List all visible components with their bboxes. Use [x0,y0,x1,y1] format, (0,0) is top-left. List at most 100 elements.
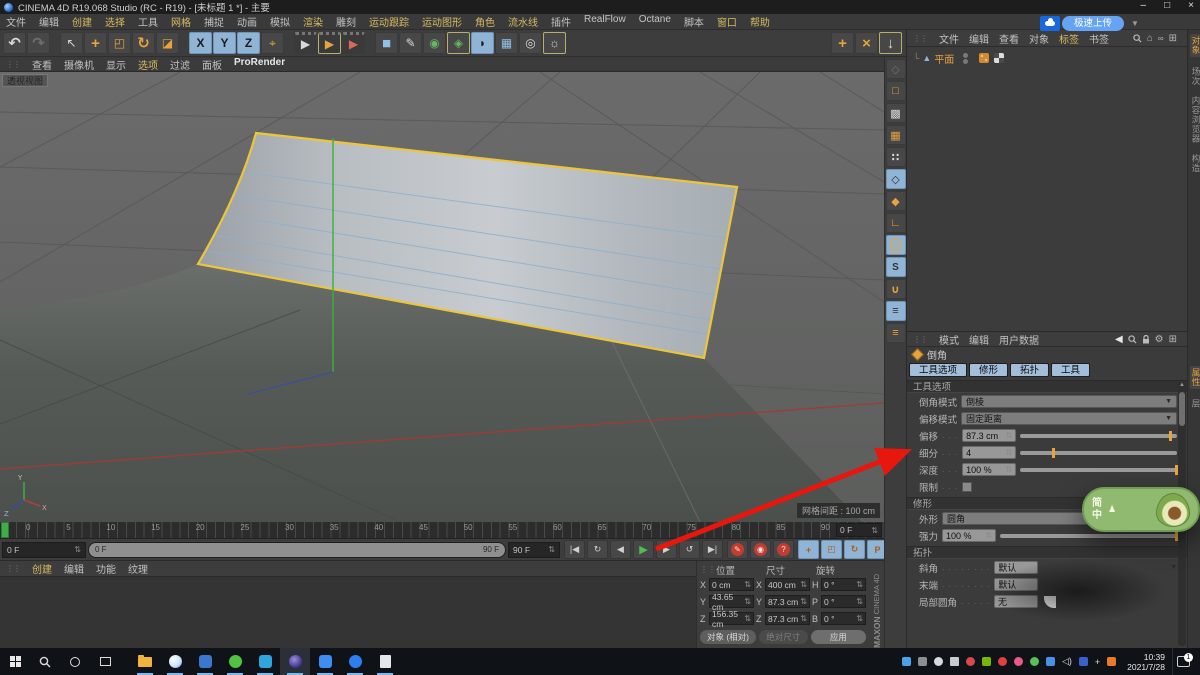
panel-icon[interactable]: ⊞ [1169,334,1177,345]
coordinate-mode-dropdown[interactable]: 对象 (相对) ▾ [700,630,756,644]
generators-menu[interactable]: ◉ [423,32,446,54]
ime-chinese-label[interactable]: 中 [1092,510,1102,522]
ime-status-bar[interactable]: 简 中 ♟ [1082,487,1200,532]
panel-tab[interactable]: 对象 [1190,34,1200,57]
rotation-b-field[interactable]: 0 °⇅ [821,612,866,625]
link-icon[interactable]: ∞ [1158,34,1164,43]
position-x-field[interactable]: 0 cm⇅ [709,578,754,591]
miter-dropdown[interactable]: 默认 [994,561,1038,574]
material-menu-item[interactable]: 创建 [32,561,52,576]
menu-item[interactable]: 网格 [171,14,191,29]
task-view-button[interactable] [90,648,120,675]
size-x-field[interactable]: 400 cm⇅ [765,578,810,591]
workplane-button[interactable]: ≡ [886,323,906,343]
menu-item[interactable]: 脚本 [684,14,704,29]
record-active-objects-button[interactable]: ✎ [727,540,748,559]
history-back-icon[interactable]: ◀ [1115,334,1123,345]
docs-app-button[interactable] [190,648,220,675]
current-frame-field[interactable]: 0 F⇅ [2,542,86,558]
close-button[interactable]: × [1188,0,1194,11]
x-particles-button[interactable]: × [855,32,878,54]
menu-item[interactable]: 动画 [237,14,257,29]
limit-checkbox[interactable] [962,482,972,492]
autokeying-button[interactable]: ◉ [750,540,771,559]
next-frame-button[interactable]: ▶ [656,540,677,559]
menu-item[interactable]: 帮助 [750,14,770,29]
ruler-frame-field[interactable]: 0 F⇅ [836,523,882,537]
panel-tab[interactable]: 属性 [1190,366,1200,389]
size-y-field[interactable]: 87.3 cm⇅ [765,595,810,608]
redo-button[interactable]: ↷ [27,32,50,54]
menu-item[interactable]: 插件 [551,14,571,29]
object-manager-menu-item[interactable]: 编辑 [969,31,989,46]
object-manager-menu-item[interactable]: 书签 [1089,31,1109,46]
panel-grip-icon[interactable]: ⋮⋮ [913,335,927,344]
menu-item[interactable]: 窗口 [717,14,737,29]
partial-round-field[interactable]: 无 [994,595,1038,608]
rotation-p-field[interactable]: 0 °⇅ [821,595,866,608]
object-manager-tree[interactable]: └ ▲ 平面 [907,47,1187,332]
enable-axis-button[interactable]: ∟ [886,213,906,233]
menu-item[interactable]: 选择 [105,14,125,29]
cinema4d-taskbar-button[interactable] [280,648,310,675]
material-menu-item[interactable]: 功能 [96,561,116,576]
onenote-tray-icon[interactable] [1079,657,1088,666]
primitive-cube-menu[interactable]: ■ [375,32,398,54]
taskbar-clock[interactable]: 10:392021/7/28 [1127,652,1165,672]
viewport-view-label[interactable]: 透视视图 [2,74,48,87]
phong-tag-icon[interactable] [994,53,1004,63]
security-tray-icon[interactable] [902,657,911,666]
stepper-icon[interactable]: ⇅ [871,526,878,535]
render-queue-button[interactable]: ▶ [342,32,365,54]
viewport-menu-item[interactable]: 查看 [32,57,52,72]
material-menu-item[interactable]: 编辑 [64,561,84,576]
volume-icon[interactable]: ◁) [1062,656,1072,667]
panel-grip-icon[interactable]: ⋮⋮ [6,564,20,573]
file-explorer-button[interactable] [130,648,160,675]
depth-field[interactable]: 100 %⇅ [962,463,1016,476]
attribute-menu-item[interactable]: 编辑 [969,332,989,347]
section-topology[interactable]: 拓扑 [907,546,1187,559]
last-used-tool[interactable]: ◪ [156,32,179,54]
layout-dropdown[interactable]: ▼ [1128,18,1142,30]
material-manager[interactable]: ⋮⋮ 创建编辑功能纹理 [0,561,696,648]
tension-slider[interactable] [1000,534,1177,538]
menu-item[interactable]: 角色 [475,14,495,29]
material-menu-item[interactable]: 纹理 [128,561,148,576]
ime-skin-icon[interactable]: ♟ [1108,504,1116,515]
chevron-down-icon[interactable]: ▼ [1170,564,1177,571]
menu-item[interactable]: 运动跟踪 [369,14,409,29]
cloud-tray-icon[interactable] [1046,657,1055,666]
attribute-menu-item[interactable]: 用户数据 [999,332,1039,347]
undo-button[interactable]: ↶ [3,32,26,54]
wechat-button[interactable] [220,648,250,675]
lock-workplane-button[interactable]: ≡ [886,301,906,321]
qq-button[interactable] [250,648,280,675]
size-z-field[interactable]: 87.3 cm⇅ [765,612,810,625]
offset-mode-dropdown[interactable]: 固定距离▼ [961,412,1177,425]
object-manager-menu-item[interactable]: 查看 [999,31,1019,46]
point-mode-button[interactable]: ∷ [886,147,906,167]
ime-simplified-label[interactable]: 简 [1092,498,1102,510]
coordinate-system-toggle[interactable]: ⌖ [261,32,284,54]
start-button[interactable] [0,648,30,675]
menu-item[interactable]: RealFlow [584,14,626,29]
object-manager-menu-item[interactable]: 标签 [1059,31,1079,46]
browser-button[interactable] [160,648,190,675]
menu-item[interactable]: 运动图形 [422,14,462,29]
panel-grip-icon[interactable]: ⋮⋮ [6,60,20,69]
viewport-menu-item[interactable]: 选项 [138,57,158,72]
goto-start-button[interactable]: |◀ [564,540,585,559]
upload-button[interactable]: 极速上传 [1062,16,1124,31]
lock-z-axis[interactable]: Z [237,32,260,54]
menu-item[interactable]: 雕刻 [336,14,356,29]
model-mode-button[interactable]: □ [886,81,906,101]
edge-mode-button[interactable]: ◇ [886,169,906,189]
menu-item[interactable]: 模拟 [270,14,290,29]
screenshot-tray-icon[interactable] [918,657,927,666]
viewport-solo-button[interactable]: S [886,257,906,277]
convert-editable-button[interactable]: ◇ [886,59,906,79]
viewport-3d[interactable]: Y X Z 透视视图 网格间距 : 100 cm [0,72,884,522]
add-plus-button[interactable]: + [831,32,854,54]
menu-item[interactable]: Octane [639,14,671,29]
